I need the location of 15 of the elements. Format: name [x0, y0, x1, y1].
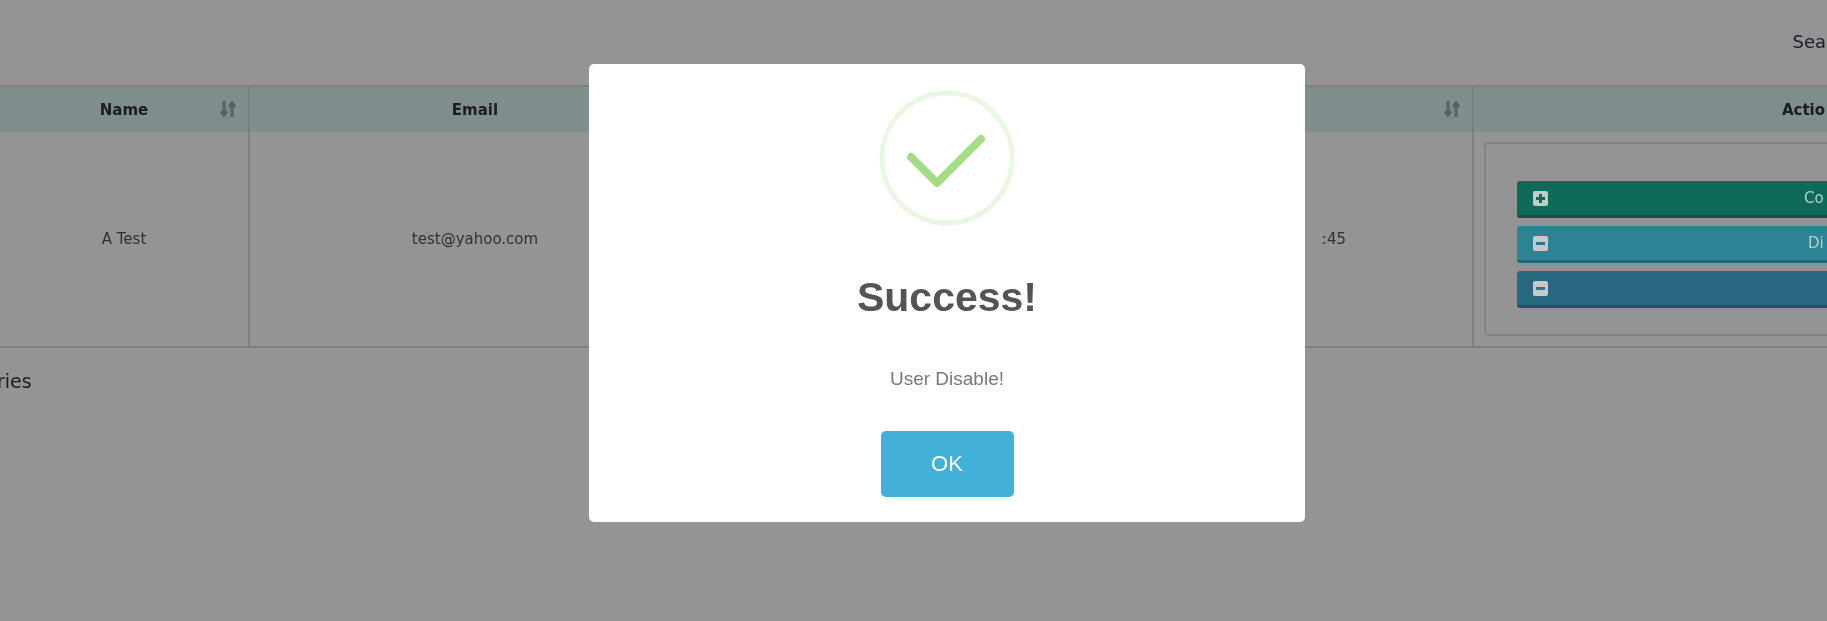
minus-icon — [1533, 235, 1548, 251]
action-button[interactable]: Co — [1517, 181, 1827, 218]
ok-button[interactable]: OK — [880, 431, 1014, 497]
sort-icon[interactable] — [220, 100, 236, 118]
minus-icon — [1533, 280, 1548, 296]
column-header: Actio — [1472, 87, 1827, 132]
search-label: Sea — [1792, 31, 1826, 54]
column-header[interactable]: Name — [0, 87, 248, 132]
table-cell-text: A Test — [100, 229, 148, 250]
success-check-icon — [879, 90, 1015, 226]
dialog-message: User Disable! — [889, 368, 1004, 390]
plus-icon — [1533, 190, 1548, 206]
sort-icon[interactable] — [1444, 100, 1460, 118]
dialog-title: Success! — [856, 274, 1038, 321]
action-button[interactable]: Di — [1517, 226, 1827, 263]
